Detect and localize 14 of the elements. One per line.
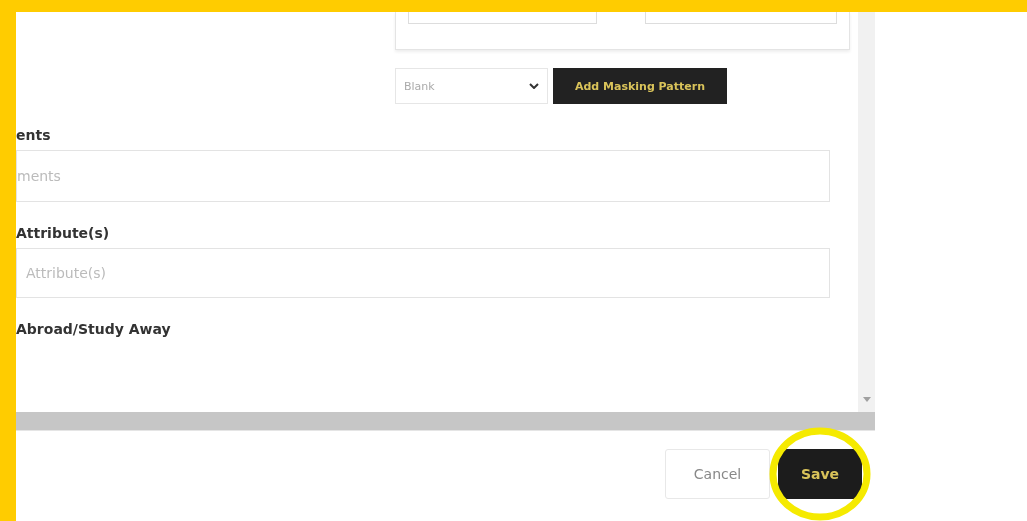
scrollbar[interactable] xyxy=(16,412,875,430)
scroll-down-icon[interactable] xyxy=(862,397,871,402)
scrollbar[interactable] xyxy=(858,12,875,412)
chevron-down-icon xyxy=(529,83,539,89)
add-pattern-button[interactable]: Add Masking Pattern xyxy=(553,68,727,104)
cancel-button[interactable]: Cancel xyxy=(665,449,770,499)
input-field[interactable]: Attribute(s) xyxy=(16,248,830,298)
input-field[interactable] xyxy=(645,12,837,24)
field-label: Attribute(s) xyxy=(16,224,111,242)
select-field[interactable] xyxy=(408,12,597,24)
save-button[interactable]: Save xyxy=(778,449,862,499)
field-label: Abroad/Study Away xyxy=(16,320,172,338)
input-field[interactable]: ments xyxy=(16,150,830,202)
field-label: ents xyxy=(16,126,52,144)
